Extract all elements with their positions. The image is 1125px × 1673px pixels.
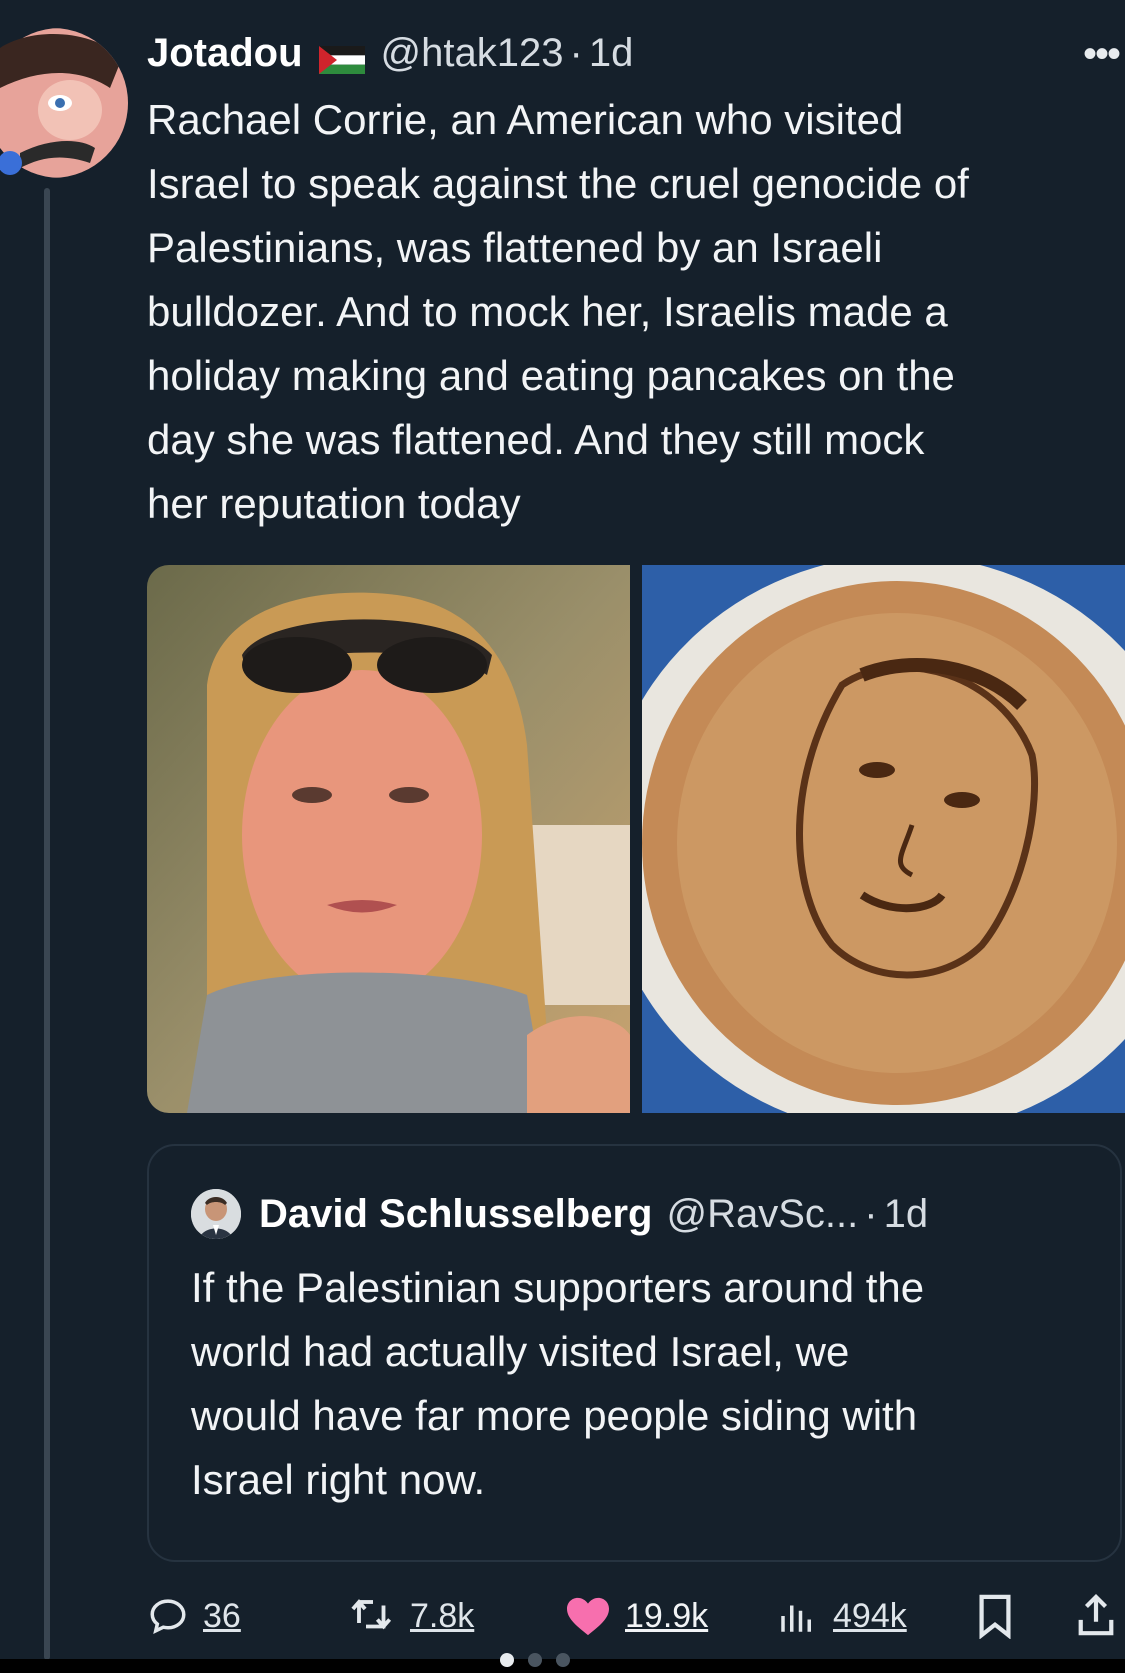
tweet-header: Jotadou @htak123 · 1d (147, 28, 633, 78)
quoted-timestamp: 1d (883, 1191, 929, 1236)
quoted-tweet-header: David Schlusselberg @RavSc... · 1d (191, 1186, 928, 1242)
share-button[interactable] (1075, 1588, 1125, 1644)
bookmark-button[interactable] (975, 1588, 1029, 1644)
share-icon (1078, 1593, 1114, 1636)
tweet-text: Rachael Corrie, an American who visited … (147, 96, 969, 527)
bookmark-icon (979, 1594, 1011, 1639)
carousel-dot-active (500, 1653, 514, 1667)
carousel-dot (528, 1653, 542, 1667)
reply-button[interactable]: 36 (147, 1588, 241, 1644)
author-name[interactable]: Jotadou (147, 31, 303, 76)
action-bar: 36 7.8k 19.9k 494k (147, 1588, 1125, 1644)
views-icon (781, 1605, 811, 1632)
media-photo-pancake[interactable] (642, 565, 1125, 1113)
heart-icon (567, 1597, 609, 1636)
views-button[interactable]: 494k (775, 1588, 907, 1644)
separator: · (569, 30, 583, 75)
thread-line (44, 188, 50, 1660)
reply-icon (150, 1599, 186, 1635)
views-count: 494k (833, 1596, 907, 1635)
reply-count: 36 (203, 1596, 241, 1635)
author-handle[interactable]: @htak123 (381, 31, 564, 76)
quoted-tweet-text: If the Palestinian supporters around the… (191, 1264, 925, 1503)
carousel-dots (500, 1653, 570, 1667)
quoted-tweet[interactable]: David Schlusselberg @RavSc... · 1d If th… (147, 1144, 1122, 1562)
palestine-flag-icon (318, 39, 365, 74)
like-count: 19.9k (625, 1596, 709, 1635)
carousel-dot (556, 1653, 570, 1667)
avatar[interactable] (0, 28, 128, 178)
repost-icon (351, 1599, 392, 1630)
quoted-author-handle[interactable]: @RavSc... (666, 1192, 858, 1237)
timestamp[interactable]: 1d (589, 31, 634, 76)
quoted-author-name[interactable]: David Schlusselberg (259, 1192, 652, 1237)
repost-button[interactable]: 7.8k (350, 1588, 474, 1644)
like-button[interactable]: 19.9k (565, 1588, 708, 1644)
quoted-separator: · (864, 1191, 878, 1236)
repost-count: 7.8k (410, 1596, 475, 1635)
quoted-avatar (191, 1189, 241, 1239)
media-photo-portrait[interactable] (147, 565, 630, 1113)
more-horizontal-icon[interactable]: ••• (1083, 34, 1121, 74)
